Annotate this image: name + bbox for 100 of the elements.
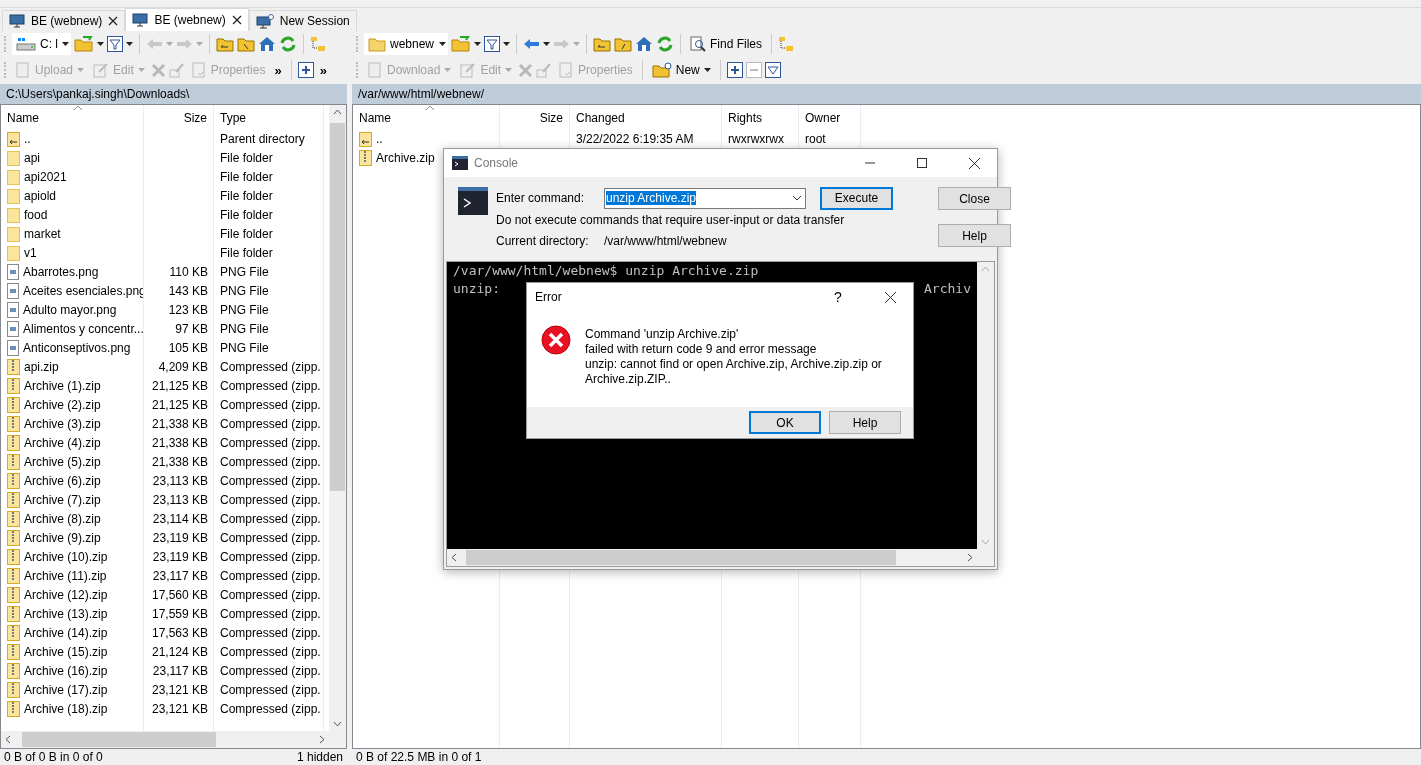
new-button[interactable]: New bbox=[648, 59, 714, 81]
monitor-icon bbox=[9, 14, 25, 28]
plus-icon[interactable] bbox=[726, 62, 743, 78]
file-name[interactable]: apiold bbox=[24, 188, 57, 203]
file-name[interactable]: Alimentos y concentr... bbox=[23, 321, 144, 336]
help-button[interactable]: Help bbox=[938, 224, 1011, 247]
file-size: 105 KB bbox=[168, 340, 208, 355]
file-name[interactable]: Adulto mayor.png bbox=[23, 302, 117, 317]
drive-dropdown[interactable]: C: l bbox=[12, 33, 71, 55]
session-tab[interactable]: BE (webnew) bbox=[125, 8, 249, 31]
filter-icon[interactable] bbox=[764, 62, 781, 78]
scroll-left-icon[interactable] bbox=[451, 553, 457, 562]
home-icon[interactable] bbox=[635, 36, 653, 52]
close-button[interactable]: Close bbox=[938, 187, 1011, 210]
file-name[interactable]: Archive (10).zip bbox=[24, 549, 108, 564]
location-dropdown[interactable]: webnew bbox=[364, 33, 448, 55]
file-name[interactable]: api.zip bbox=[24, 359, 59, 374]
command-field[interactable]: unzip Archive.zip bbox=[604, 187, 806, 209]
tree-icon[interactable] bbox=[310, 36, 326, 52]
refresh-icon[interactable] bbox=[656, 36, 674, 52]
file-size: 17,563 KB bbox=[151, 625, 208, 640]
file-type: Compressed (zipp. bbox=[220, 359, 321, 374]
scroll-right-icon[interactable] bbox=[319, 735, 325, 744]
file-name[interactable]: Archive (7).zip bbox=[24, 492, 101, 507]
file-size: 23,121 KB bbox=[151, 701, 208, 716]
execute-button[interactable]: Execute bbox=[820, 186, 893, 210]
find-files-button[interactable]: Find Files bbox=[687, 33, 765, 55]
scroll-left-icon[interactable] bbox=[5, 735, 11, 744]
close-icon[interactable] bbox=[884, 291, 896, 303]
file-name[interactable]: food bbox=[24, 207, 48, 222]
scroll-right-icon[interactable] bbox=[967, 553, 973, 562]
session-tab[interactable]: BE (webnew) bbox=[2, 10, 126, 31]
close-icon[interactable] bbox=[231, 15, 242, 25]
file-type: Compressed (zipp. bbox=[220, 511, 321, 526]
file-name[interactable]: Archive (2).zip bbox=[24, 397, 101, 412]
file-name[interactable]: Archive (17).zip bbox=[24, 682, 108, 697]
file-name[interactable]: Abarrotes.png bbox=[23, 264, 99, 279]
zip-file-icon bbox=[7, 472, 20, 489]
caret-icon[interactable] bbox=[439, 42, 446, 46]
chevron-down-icon[interactable] bbox=[792, 195, 802, 201]
file-name[interactable]: v1 bbox=[24, 245, 37, 260]
file-name[interactable]: .. bbox=[376, 131, 383, 146]
file-name[interactable]: Archive.zip bbox=[376, 150, 435, 165]
ok-button[interactable]: OK bbox=[749, 411, 821, 434]
caret-icon[interactable] bbox=[503, 42, 510, 46]
parent-folder-icon[interactable] bbox=[593, 36, 611, 52]
help-button[interactable]: Help bbox=[829, 411, 901, 434]
file-name[interactable]: Archive (6).zip bbox=[24, 473, 101, 488]
tree-icon[interactable] bbox=[778, 36, 794, 52]
file-type: PNG File bbox=[220, 340, 269, 355]
file-name[interactable]: api2021 bbox=[24, 169, 67, 184]
help-button[interactable]: ? bbox=[815, 289, 861, 305]
file-size: 23,113 KB bbox=[152, 492, 208, 507]
status-text: 0 B of 0 B in 0 of 0 bbox=[4, 750, 103, 764]
file-name[interactable]: Archive (13).zip bbox=[24, 606, 108, 621]
file-name[interactable]: Archive (16).zip bbox=[24, 663, 108, 678]
file-name[interactable]: market bbox=[24, 226, 61, 241]
file-name[interactable]: Archive (8).zip bbox=[24, 511, 101, 526]
file-name[interactable]: Archive (11).zip bbox=[24, 568, 107, 583]
file-name[interactable]: Archive (9).zip bbox=[24, 530, 101, 545]
folder-icon bbox=[7, 225, 20, 242]
filter-icon[interactable] bbox=[107, 36, 123, 52]
home-icon[interactable] bbox=[258, 36, 276, 52]
file-name[interactable]: Archive (18).zip bbox=[24, 701, 108, 716]
filter-icon[interactable] bbox=[484, 36, 500, 52]
caret-icon[interactable] bbox=[97, 42, 104, 46]
file-name[interactable]: Archive (1).zip bbox=[24, 378, 101, 393]
scroll-up-icon[interactable] bbox=[333, 109, 342, 115]
file-name[interactable]: Archive (4).zip bbox=[24, 435, 101, 450]
file-name[interactable]: .. bbox=[24, 131, 31, 146]
document-icon bbox=[367, 62, 383, 78]
more-button[interactable]: » bbox=[271, 62, 285, 78]
caret-icon[interactable] bbox=[543, 42, 550, 46]
file-name[interactable]: Archive (12).zip bbox=[24, 587, 108, 602]
pencil-icon bbox=[93, 62, 110, 78]
file-name[interactable]: Archive (15).zip bbox=[24, 644, 108, 659]
parent-folder-icon[interactable] bbox=[216, 36, 234, 52]
file-name[interactable]: Archive (3).zip bbox=[24, 416, 101, 431]
file-name[interactable]: Archive (5).zip bbox=[24, 454, 101, 469]
close-icon[interactable] bbox=[108, 16, 119, 26]
file-name[interactable]: Archive (14).zip bbox=[24, 625, 108, 640]
vertical-scrollbar[interactable] bbox=[329, 105, 346, 731]
root-folder-icon[interactable] bbox=[237, 36, 255, 52]
caret-icon[interactable] bbox=[62, 42, 69, 46]
close-icon[interactable] bbox=[968, 157, 980, 169]
caret-icon[interactable] bbox=[703, 68, 711, 72]
root-folder-icon[interactable] bbox=[614, 36, 632, 52]
file-name[interactable]: Anticonseptivos.png bbox=[23, 340, 131, 355]
refresh-icon[interactable] bbox=[279, 36, 297, 52]
session-tab[interactable]: New Session bbox=[248, 10, 357, 31]
file-name[interactable]: api bbox=[24, 150, 40, 165]
folder-icon bbox=[7, 187, 20, 204]
horizontal-scrollbar[interactable] bbox=[1, 731, 346, 748]
caret-icon[interactable] bbox=[474, 42, 481, 46]
maximize-icon[interactable] bbox=[917, 158, 927, 168]
back-arrow-icon[interactable] bbox=[523, 38, 540, 50]
scroll-down-icon[interactable] bbox=[333, 721, 342, 727]
plus-icon[interactable] bbox=[297, 62, 314, 78]
more-button[interactable]: » bbox=[316, 62, 330, 78]
caret-icon[interactable] bbox=[126, 42, 133, 46]
